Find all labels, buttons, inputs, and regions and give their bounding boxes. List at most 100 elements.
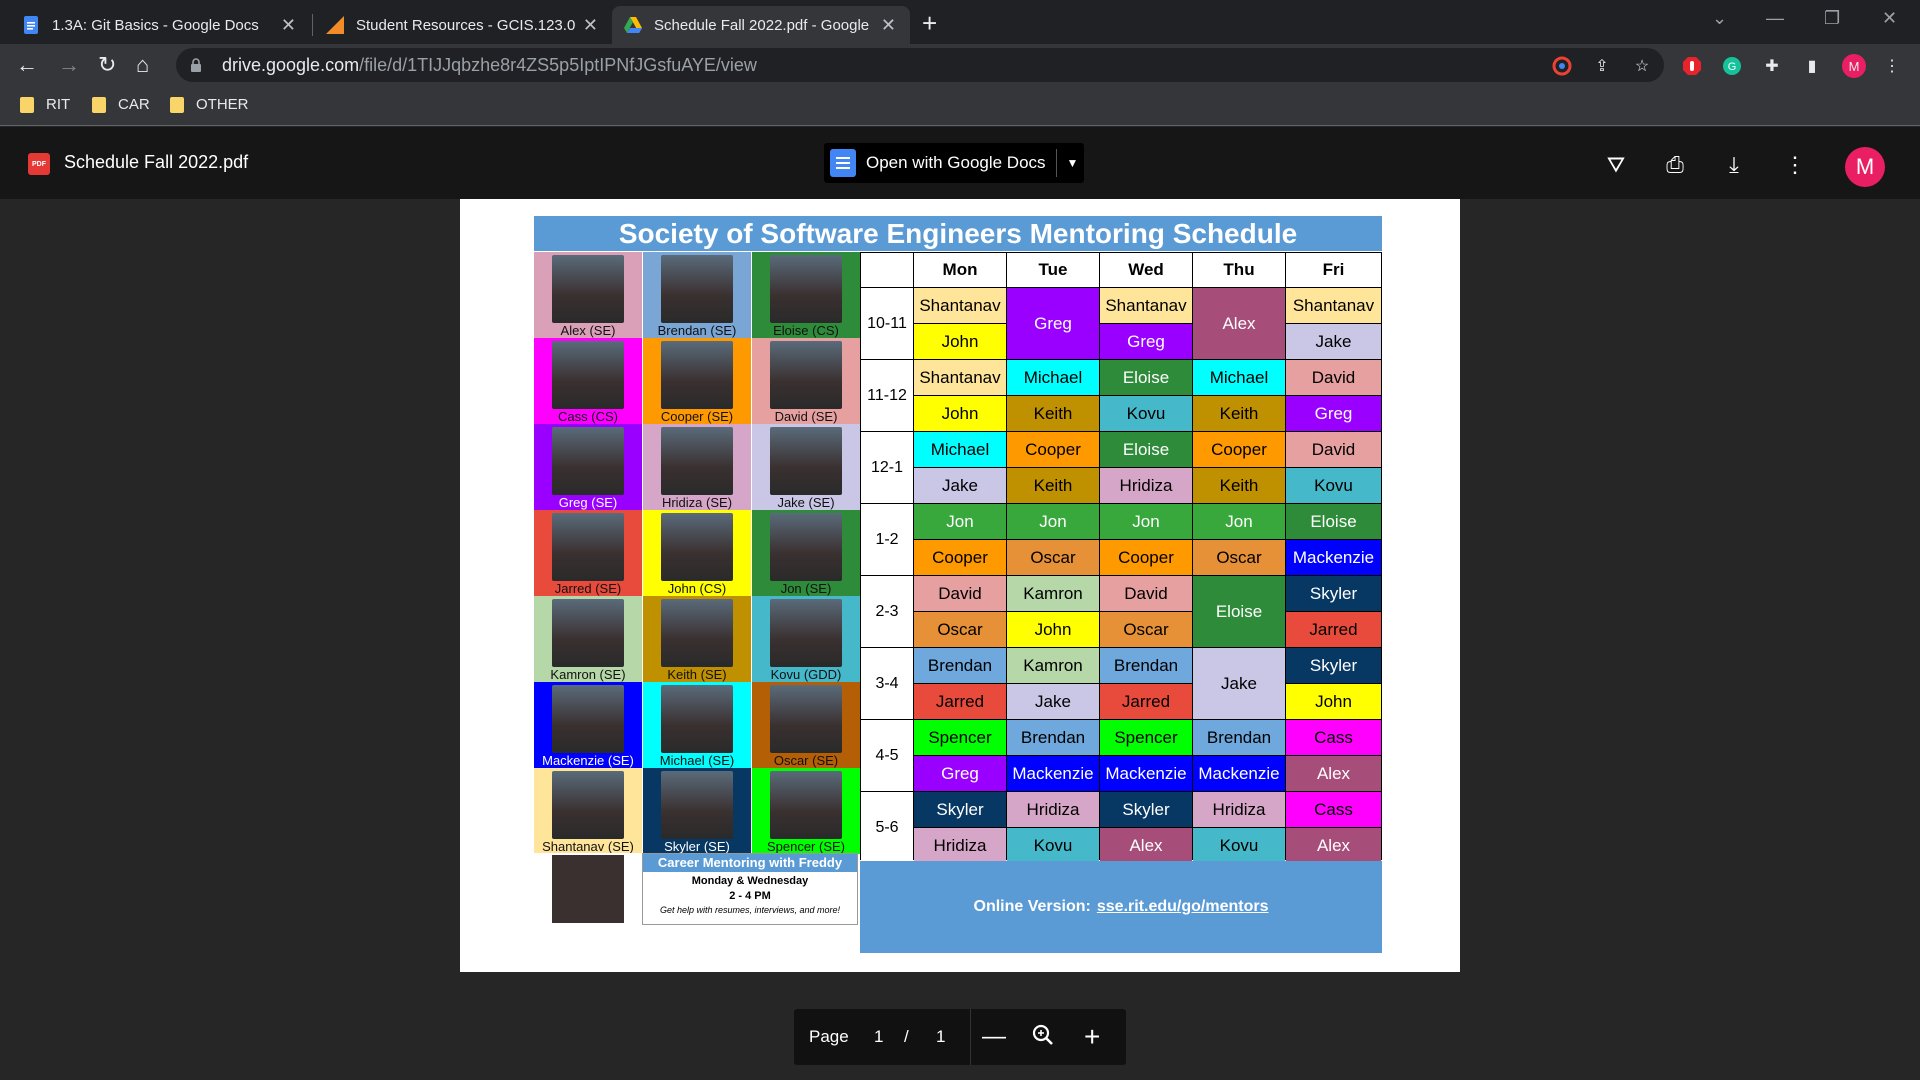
divider (1055, 149, 1057, 177)
zoom-out-icon[interactable]: — (982, 1023, 1006, 1051)
schedule-cell: Shantanav (914, 288, 1006, 323)
mentor-card: Oscar (SE) (752, 682, 860, 768)
schedule-cell: Kovu (1286, 468, 1381, 503)
poster-title: Society of Software Engineers Mentoring … (534, 216, 1382, 251)
account-avatar[interactable]: M (1845, 147, 1885, 187)
minimize-icon[interactable]: — (1766, 8, 1784, 29)
mentor-card: Jarred (SE) (534, 510, 642, 596)
tab-title: 1.3A: Git Basics - Google Docs (52, 16, 259, 34)
mentor-name: Hridiza (SE) (661, 495, 733, 510)
mentor-photo (552, 685, 624, 753)
mentor-name: Oscar (SE) (773, 753, 839, 768)
mentoring-poster: Society of Software Engineers Mentoring … (534, 216, 1382, 953)
day-header: Mon (914, 253, 1006, 287)
schedule-cell: Jarred (914, 684, 1006, 719)
page-label: Page (809, 1027, 849, 1046)
chrome-menu-icon[interactable]: ⋮ (1882, 56, 1902, 76)
page-controls: Page 1 / 1 — + (794, 1009, 1126, 1065)
side-panel-icon[interactable]: ▮ (1802, 56, 1822, 76)
zoom-in-icon[interactable]: + (1084, 1021, 1100, 1053)
schedule-cell: Kamron (1007, 648, 1099, 683)
bookmark-folder-rit[interactable]: RIT (20, 96, 70, 113)
portrait-photo (552, 855, 624, 923)
tab-title: Student Resources - GCIS.123.01 (356, 16, 576, 34)
day-header: Thu (1193, 253, 1285, 287)
restore-icon[interactable]: ❐ (1824, 8, 1840, 29)
schedule-cell: John (914, 396, 1006, 431)
schedule-cell: Cass (1286, 720, 1381, 755)
adblock-extension-icon[interactable] (1682, 56, 1702, 76)
schedule-cell: David (914, 576, 1006, 611)
profile-avatar[interactable]: M (1842, 54, 1866, 78)
mentor-card: Jon (SE) (752, 510, 860, 596)
bookmark-label: RIT (46, 96, 71, 113)
close-tab-icon[interactable]: ✕ (281, 15, 296, 36)
schedule-cell: Keith (1193, 468, 1285, 503)
tab-git-basics[interactable]: 1.3A: Git Basics - Google Docs ✕ (10, 6, 310, 44)
share-icon[interactable]: ⇪ (1592, 56, 1612, 76)
mentor-photo (770, 599, 842, 667)
bookmark-star-icon[interactable]: ☆ (1632, 56, 1652, 76)
schedule-cell: Eloise (1193, 576, 1285, 647)
back-icon[interactable]: ← (16, 52, 38, 78)
extensions-puzzle-icon[interactable]: ✚ (1762, 56, 1782, 76)
schedule-cell: Alex (1286, 756, 1381, 791)
schedule-cell: Brendan (1007, 720, 1099, 755)
schedule-cell: Hridiza (1007, 792, 1099, 827)
tab-student-resources[interactable]: Student Resources - GCIS.123.01 ✕ (314, 6, 612, 44)
open-with-google-docs-button[interactable]: Open with Google Docs ▼ (824, 143, 1084, 183)
address-bar[interactable]: drive.google.com/file/d/1TIJJqbzhe8r4ZS5… (176, 48, 1664, 82)
mentor-photo (661, 255, 733, 323)
close-window-icon[interactable]: ✕ (1882, 8, 1897, 29)
mentor-name: John (CS) (667, 581, 727, 596)
download-icon[interactable]: ⤓ (1720, 151, 1748, 179)
mentor-name: Alex (SE) (560, 323, 616, 338)
page-current-input[interactable]: 1 (874, 1027, 883, 1047)
schedule-cell: Skyler (1286, 576, 1381, 611)
schedule-cell: Cooper (1193, 432, 1285, 467)
schedule-cell: Jake (1286, 324, 1381, 359)
schedule-cell: Jarred (1286, 612, 1381, 647)
mentor-photo (552, 255, 624, 323)
print-icon[interactable]: ⎙ (1661, 151, 1689, 179)
file-name: Schedule Fall 2022.pdf (64, 152, 249, 172)
tab-schedule-pdf[interactable]: Schedule Fall 2022.pdf - Google Drive ✕ (612, 6, 910, 44)
bookmark-folder-other[interactable]: OTHER (170, 96, 249, 113)
schedule-cell: Spencer (1100, 720, 1192, 755)
mentor-card: Spencer (SE) (752, 768, 860, 854)
mentors-link[interactable]: sse.rit.edu/go/mentors (1097, 898, 1269, 916)
career-mentoring-card: Career Mentoring with Freddy Monday & We… (642, 853, 858, 925)
mentor-photo (661, 513, 733, 581)
browser-toolbar: ← → ↻ ⌂ drive.google.com/file/d/1TIJJqbz… (0, 44, 1920, 86)
grammarly-extension-icon[interactable]: G (1722, 56, 1742, 76)
close-tab-icon[interactable]: ✕ (881, 15, 896, 36)
schedule-cell: Mackenzie (1286, 540, 1381, 575)
time-slot-label: 4-5 (861, 720, 913, 791)
schedule-cell: Greg (1007, 288, 1099, 359)
schedule-cell: Kamron (1007, 576, 1099, 611)
add-to-drive-icon[interactable]: ⛛ (1602, 151, 1630, 179)
mentor-photo (552, 341, 624, 409)
schedule-cell: Jon (914, 504, 1006, 539)
bookmarks-bar: RIT CAR OTHER (0, 86, 1920, 126)
schedule-cell: Eloise (1100, 360, 1192, 395)
close-tab-icon[interactable]: ✕ (583, 15, 598, 36)
schedule-cell: Cass (1286, 792, 1381, 827)
home-icon[interactable]: ⌂ (136, 52, 149, 78)
schedule-cell: Cooper (1100, 540, 1192, 575)
mentor-photo (770, 771, 842, 839)
schedule-cell: David (1286, 432, 1381, 467)
day-header: Wed (1100, 253, 1192, 287)
dropdown-arrow-icon[interactable]: ▼ (1067, 156, 1079, 170)
zoom-icon[interactable] (1032, 1024, 1054, 1051)
page-total: 1 (936, 1027, 946, 1046)
forward-icon[interactable]: → (58, 52, 80, 78)
reload-icon[interactable]: ↻ (98, 52, 116, 78)
schedule-cell: Cooper (914, 540, 1006, 575)
tab-search-icon[interactable]: ⌄ (1712, 8, 1727, 29)
mentor-card: David (SE) (752, 338, 860, 424)
google-lens-icon[interactable] (1552, 56, 1572, 76)
more-actions-icon[interactable]: ⋮ (1781, 151, 1809, 179)
bookmark-folder-car[interactable]: CAR (92, 96, 150, 113)
new-tab-icon[interactable]: + (922, 8, 937, 39)
